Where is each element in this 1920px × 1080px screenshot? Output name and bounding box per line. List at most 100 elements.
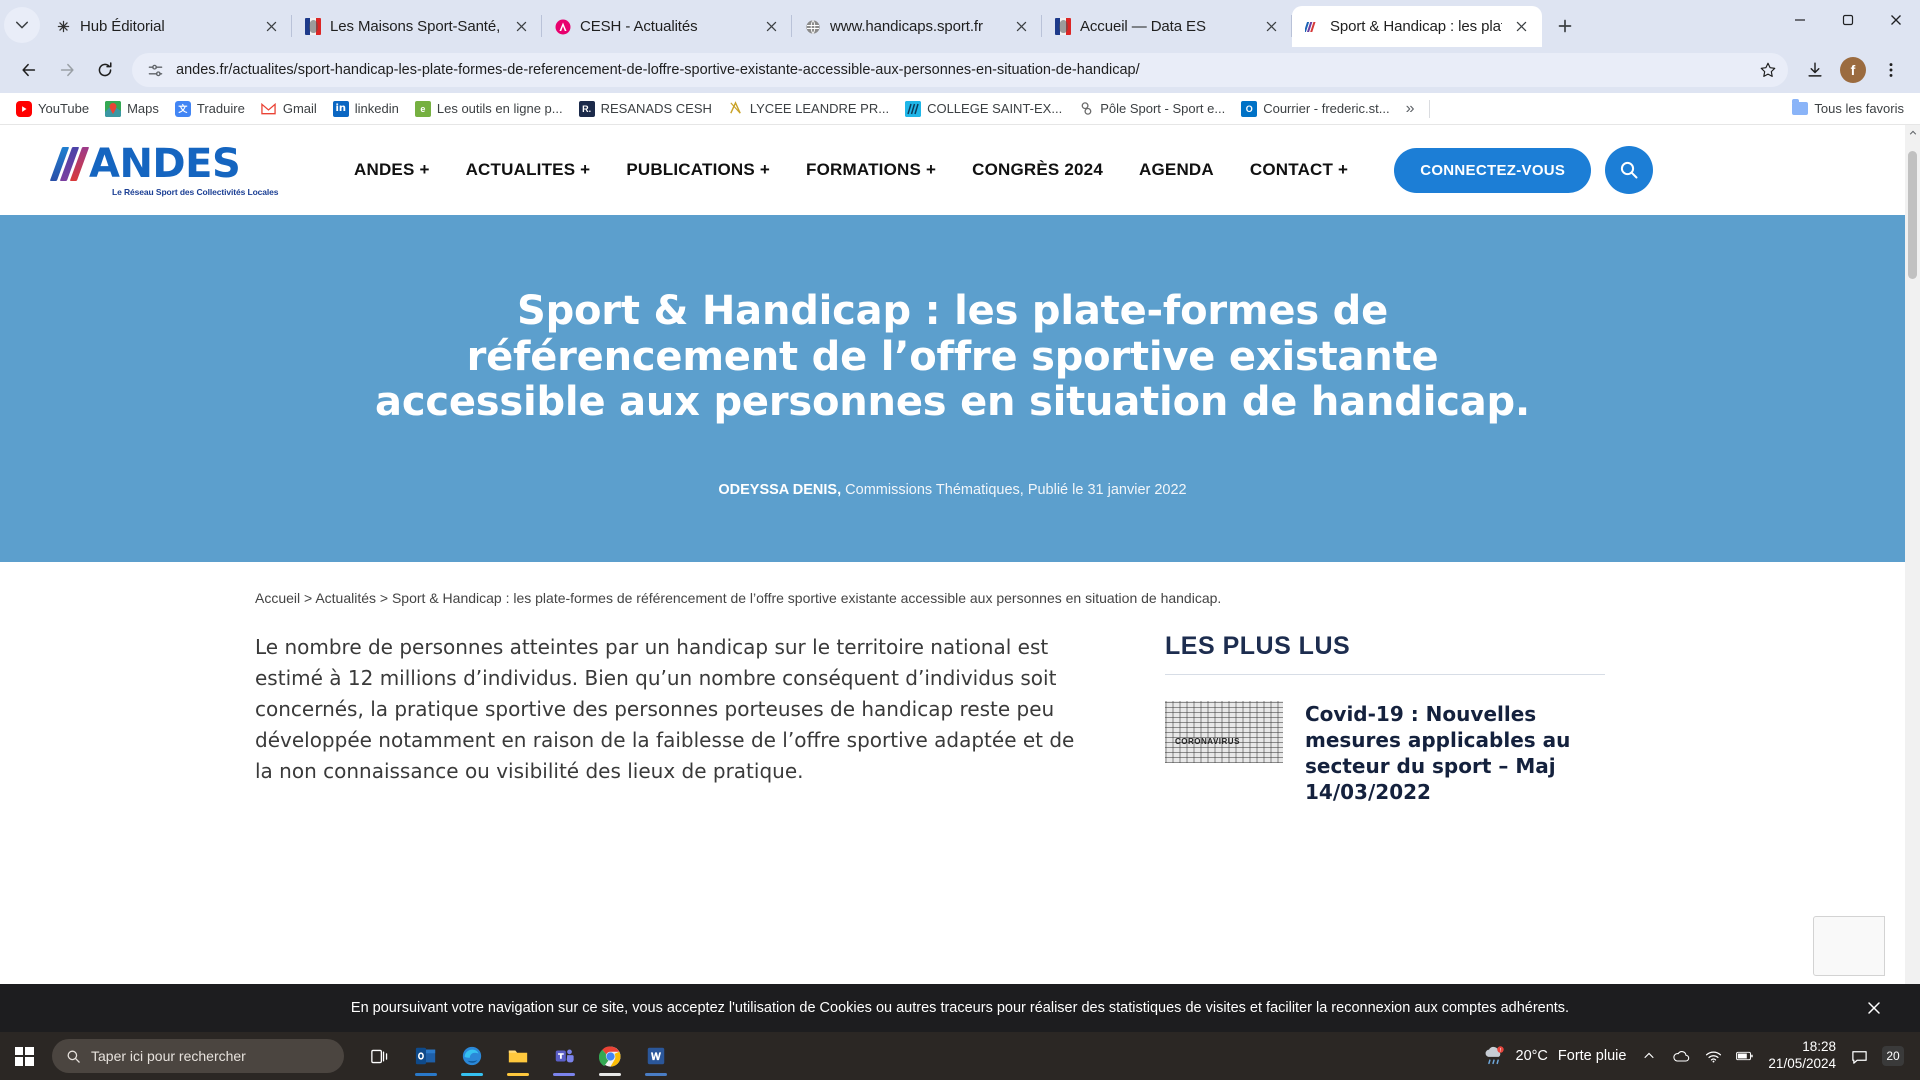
tab-title: www.handicaps.sport.fr bbox=[830, 18, 983, 35]
tab-search-button[interactable] bbox=[4, 7, 40, 43]
wifi-icon[interactable] bbox=[1704, 1047, 1722, 1065]
bookmark-pole-sport[interactable]: Pôle Sport - Sport e... bbox=[1070, 97, 1233, 121]
taskbar-search[interactable]: Taper ici pour rechercher bbox=[52, 1039, 344, 1073]
rain-icon: ! bbox=[1485, 1046, 1504, 1065]
bookmark-traduire[interactable]: 文 Traduire bbox=[167, 97, 253, 121]
chrome-menu-button[interactable] bbox=[1874, 53, 1908, 87]
taskbar-edge[interactable] bbox=[450, 1034, 494, 1078]
forward-button[interactable] bbox=[50, 53, 84, 87]
url-text: andes.fr/actualites/sport-handicap-les-p… bbox=[176, 62, 1140, 78]
page-viewport: ANDES Le Réseau Sport des Collectivités … bbox=[0, 125, 1920, 1032]
taskbar-teams[interactable] bbox=[542, 1034, 586, 1078]
bookmark-star-icon[interactable] bbox=[1756, 58, 1780, 82]
taskbar-file-explorer[interactable] bbox=[496, 1034, 540, 1078]
taskbar-outlook[interactable] bbox=[404, 1034, 448, 1078]
browser-tab[interactable]: Hub Éditorial bbox=[42, 6, 292, 47]
nav-item-congres[interactable]: CONGRÈS 2024 bbox=[954, 160, 1121, 180]
nav-label: ANDES bbox=[354, 160, 415, 179]
bookmark-gmail[interactable]: Gmail bbox=[253, 97, 325, 121]
cookie-consent-bar: En poursuivant votre navigation sur ce s… bbox=[0, 984, 1920, 1032]
close-icon[interactable] bbox=[510, 16, 532, 38]
scrollbar-thumb[interactable] bbox=[1908, 151, 1917, 279]
word-icon bbox=[647, 1047, 665, 1065]
page-scrollbar[interactable] bbox=[1905, 125, 1920, 1032]
browser-tab-active[interactable]: Sport & Handicap : les plat bbox=[1292, 6, 1542, 47]
close-icon[interactable] bbox=[1260, 16, 1282, 38]
nav-item-agenda[interactable]: AGENDA bbox=[1121, 160, 1232, 180]
close-icon[interactable] bbox=[760, 16, 782, 38]
taskbar-apps bbox=[358, 1034, 678, 1078]
profile-button[interactable]: f bbox=[1836, 53, 1870, 87]
bookmark-courrier[interactable]: O Courrier - frederic.st... bbox=[1233, 97, 1397, 121]
weather-widget[interactable]: ! 20°C Forte pluie bbox=[1482, 1044, 1626, 1068]
bookmark-resanads[interactable]: R. RESANADS CESH bbox=[571, 97, 720, 121]
file-explorer-icon bbox=[508, 1050, 528, 1063]
all-bookmarks-button[interactable]: Tous les favoris bbox=[1784, 97, 1912, 120]
close-icon[interactable] bbox=[1010, 16, 1032, 38]
bookmark-linkedin[interactable]: in linkedin bbox=[325, 97, 407, 121]
minimize-button[interactable] bbox=[1776, 0, 1824, 40]
close-icon[interactable] bbox=[1510, 16, 1532, 38]
task-view-button[interactable] bbox=[358, 1034, 402, 1078]
bookmark-college[interactable]: COLLEGE SAINT-EX... bbox=[897, 97, 1070, 121]
bookmark-maps[interactable]: Maps bbox=[97, 97, 167, 121]
tab-strip: Hub Éditorial Les Maisons Sport-Santé, u… bbox=[0, 0, 1920, 47]
battery-icon[interactable] bbox=[1736, 1047, 1754, 1065]
browser-tab[interactable]: Les Maisons Sport-Santé, u bbox=[292, 6, 542, 47]
article-paragraph: Le nombre de personnes atteintes par un … bbox=[255, 634, 1075, 783]
notification-center-button[interactable] bbox=[1850, 1047, 1868, 1065]
bookmark-label: Les outils en ligne p... bbox=[436, 101, 563, 116]
notification-count: 20 bbox=[1882, 1046, 1904, 1066]
login-button[interactable]: CONNECTEZ-VOUS bbox=[1394, 147, 1592, 193]
back-button[interactable] bbox=[12, 53, 46, 87]
taskbar-clock[interactable]: 18:28 21/05/2024 bbox=[1768, 1039, 1836, 1073]
bookmark-lycee[interactable]: LYCEE LEANDRE PR... bbox=[720, 97, 897, 121]
andes-logo-mark bbox=[49, 146, 90, 181]
active-indicator bbox=[553, 1073, 575, 1076]
site-header: ANDES Le Réseau Sport des Collectivités … bbox=[0, 125, 1905, 215]
maximize-button[interactable] bbox=[1824, 0, 1872, 40]
page-title: Sport & Handicap : les plate-formes de r… bbox=[375, 288, 1530, 426]
recaptcha-badge[interactable] bbox=[1813, 916, 1885, 976]
site-logo[interactable]: ANDES Le Réseau Sport des Collectivités … bbox=[49, 144, 288, 197]
bookmark-outils[interactable]: e Les outils en ligne p... bbox=[407, 97, 571, 121]
reload-button[interactable] bbox=[88, 53, 122, 87]
start-button[interactable] bbox=[0, 1032, 48, 1080]
logo-tagline: Le Réseau Sport des Collectivités Locale… bbox=[112, 186, 279, 197]
onedrive-icon[interactable] bbox=[1672, 1047, 1690, 1065]
folder-icon bbox=[1792, 99, 1809, 115]
system-tray: ! 20°C Forte pluie 18:28 21/05/2024 20 bbox=[1482, 1039, 1913, 1073]
new-tab-button[interactable] bbox=[1548, 9, 1582, 43]
taskbar-word[interactable] bbox=[634, 1034, 678, 1078]
scroll-up-button[interactable] bbox=[1905, 125, 1920, 140]
address-bar[interactable]: andes.fr/actualites/sport-handicap-les-p… bbox=[132, 53, 1788, 87]
nav-item-formations[interactable]: FORMATIONS + bbox=[788, 160, 954, 180]
browser-tab[interactable]: www.handicaps.sport.fr bbox=[792, 6, 1042, 47]
tab-title: Sport & Handicap : les plat bbox=[1330, 18, 1502, 35]
close-icon[interactable] bbox=[260, 16, 282, 38]
browser-tab[interactable]: Accueil — Data ES bbox=[1042, 6, 1292, 47]
search-button[interactable] bbox=[1605, 146, 1654, 194]
site-settings-icon[interactable] bbox=[144, 59, 166, 81]
bookmark-label: Maps bbox=[127, 101, 159, 116]
nav-item-contact[interactable]: CONTACT + bbox=[1232, 160, 1366, 180]
article-author: ODEYSSA DENIS, bbox=[718, 481, 842, 498]
nav-item-publications[interactable]: PUBLICATIONS + bbox=[608, 160, 788, 180]
taskbar-search-placeholder: Taper ici pour rechercher bbox=[91, 1048, 246, 1064]
bookmarks-overflow-button[interactable]: » bbox=[1398, 98, 1423, 120]
list-item[interactable]: CORONAVIRUS Covid-19 : Nouvelles mesures… bbox=[1165, 700, 1635, 805]
nav-item-actualites[interactable]: ACTUALITES + bbox=[448, 160, 609, 180]
divider bbox=[1428, 99, 1430, 118]
close-window-button[interactable] bbox=[1872, 0, 1920, 40]
tab-title: Accueil — Data ES bbox=[1080, 18, 1206, 35]
downloads-button[interactable] bbox=[1798, 53, 1832, 87]
browser-toolbar: andes.fr/actualites/sport-handicap-les-p… bbox=[0, 47, 1920, 93]
taskbar-chrome[interactable] bbox=[588, 1034, 632, 1078]
close-icon[interactable] bbox=[1864, 998, 1884, 1018]
browser-tab[interactable]: CESH - Actualités bbox=[542, 6, 792, 47]
bookmark-youtube[interactable]: YouTube bbox=[8, 97, 97, 121]
nav-item-andes[interactable]: ANDES + bbox=[336, 160, 448, 180]
breadcrumb[interactable]: Accueil > Actualités > Sport & Handicap … bbox=[0, 562, 1905, 606]
lycee-icon bbox=[727, 100, 744, 117]
tray-expand-icon[interactable] bbox=[1640, 1047, 1658, 1065]
